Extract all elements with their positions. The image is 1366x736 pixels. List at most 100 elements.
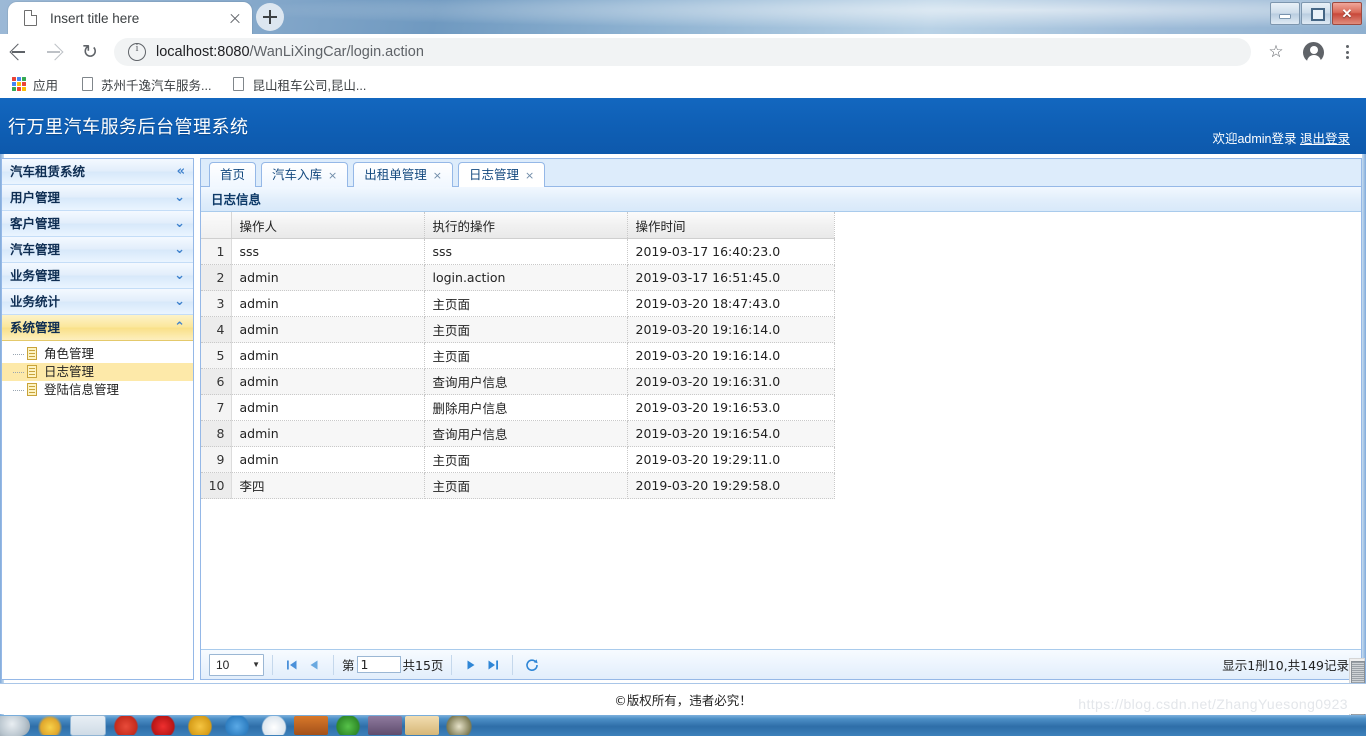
log-table: 操作人 执行的操作 操作时间 1 sss sss 2019-03-17 16:4… — [201, 212, 835, 499]
taskbar-icon-4[interactable] — [146, 716, 180, 735]
table-row[interactable]: 3 admin 主页面 2019-03-20 18:47:43.0 — [201, 290, 835, 317]
close-glyph: ✕ — [1341, 5, 1353, 21]
close-icon[interactable]: × — [525, 169, 534, 182]
cell-operator: admin — [231, 290, 425, 317]
tab-home[interactable]: 首页 — [209, 162, 257, 187]
cell-operator: admin — [231, 264, 425, 291]
divider — [512, 654, 514, 675]
sidebar-item-log-mgmt[interactable]: 日志管理 — [2, 363, 193, 381]
minimize-icon[interactable] — [1270, 2, 1300, 25]
sidebar-group-label: 业务统计 — [10, 293, 61, 309]
sidebar-group-business-mgmt[interactable]: 业务管理 ⌄ — [2, 263, 193, 289]
browser-tab[interactable]: Insert title here — [8, 2, 252, 34]
table-row[interactable]: 7 admin 删除用户信息 2019-03-20 19:16:53.0 — [201, 394, 835, 421]
new-tab-button[interactable] — [256, 3, 284, 31]
close-icon[interactable]: × — [328, 169, 337, 182]
bookmark-star-icon[interactable]: ☆ — [1259, 35, 1293, 69]
tab-log-mgmt[interactable]: 日志管理 × — [457, 162, 546, 187]
kebab-menu-icon[interactable] — [1334, 35, 1360, 69]
table-header-row: 操作人 执行的操作 操作时间 — [201, 212, 835, 239]
cell-operation: login.action — [424, 264, 628, 291]
sidebar-group-car-mgmt[interactable]: 汽车管理 ⌄ — [2, 237, 193, 263]
taskbar-icon-3[interactable] — [109, 716, 143, 735]
cell-index: 8 — [201, 420, 232, 447]
cell-operation: 主页面 — [424, 446, 628, 473]
sidebar-group-customer-mgmt[interactable]: 客户管理 ⌄ — [2, 211, 193, 237]
cell-index: 10 — [201, 472, 232, 499]
page-icon — [24, 9, 39, 27]
app-header: 行万里汽车服务后台管理系统 欢迎admin登录 退出登录 — [0, 98, 1366, 154]
cell-time: 2019-03-20 19:29:11.0 — [627, 446, 835, 473]
back-arrow-icon[interactable] — [0, 34, 36, 70]
web-page: 行万里汽车服务后台管理系统 欢迎admin登录 退出登录 汽车租赁系统 « 用户… — [0, 98, 1366, 715]
tab-rental-order-mgmt[interactable]: 出租单管理 × — [353, 162, 453, 187]
first-page-icon[interactable] — [281, 654, 303, 676]
chevron-double-down-icon: ⌄ — [174, 242, 185, 257]
taskbar-icon-10[interactable] — [368, 716, 402, 735]
taskbar-icon-11[interactable] — [405, 716, 439, 735]
sidebar-item-role-mgmt[interactable]: 角色管理 — [2, 345, 193, 363]
taskbar-icon-8[interactable] — [294, 716, 328, 735]
column-header-time: 操作时间 — [627, 212, 835, 239]
sidebar-group-car-rental[interactable]: 汽车租赁系统 « — [2, 159, 193, 185]
bookmark-label: 昆山租车公司,昆山... — [252, 78, 367, 93]
logout-link[interactable]: 退出登录 — [1300, 132, 1350, 146]
site-info-icon[interactable] — [128, 42, 146, 61]
table-row[interactable]: 5 admin 主页面 2019-03-20 19:16:14.0 — [201, 342, 835, 369]
content-panel: 首页 汽车入库 × 出租单管理 × 日志管理 × 日志信息 操作人 执行的操作 … — [200, 158, 1362, 680]
forward-arrow-icon[interactable] — [36, 34, 72, 70]
table-row[interactable]: 8 admin 查询用户信息 2019-03-20 19:16:54.0 — [201, 420, 835, 447]
refresh-icon[interactable] — [521, 654, 543, 676]
cell-operation: 查询用户信息 — [424, 420, 628, 447]
taskbar-icon-1[interactable] — [33, 716, 67, 735]
profile-avatar-icon[interactable] — [1303, 41, 1324, 64]
tab-car-inbound[interactable]: 汽车入库 × — [261, 162, 349, 187]
pagination-info: 显示1刐10,共149记录 — [1222, 658, 1349, 673]
bookmark-item-2[interactable]: 昆山租车公司,昆山... — [233, 75, 366, 94]
cell-operator: sss — [231, 238, 425, 265]
taskbar-icon-9[interactable] — [331, 716, 365, 735]
maximize-icon[interactable] — [1301, 2, 1331, 25]
sidebar-item-login-info-mgmt[interactable]: 登陆信息管理 — [2, 381, 193, 399]
cell-time: 2019-03-20 19:16:14.0 — [627, 316, 835, 343]
sidebar-group-user-mgmt[interactable]: 用户管理 ⌄ — [2, 185, 193, 211]
tab-label: 出租单管理 — [364, 167, 427, 182]
sidebar-group-system-mgmt[interactable]: 系统管理 ⌃ — [2, 315, 193, 341]
page-size-select[interactable]: 10 ▼ — [209, 653, 264, 676]
sidebar: 汽车租赁系统 « 用户管理 ⌄ 客户管理 ⌄ 汽车管理 ⌄ 业务管理 ⌄ 业务统… — [1, 158, 194, 680]
close-window-icon[interactable]: ✕ — [1332, 2, 1362, 25]
last-page-icon[interactable] — [482, 654, 504, 676]
taskbar-icon-6[interactable] — [220, 716, 254, 735]
cell-time: 2019-03-20 18:47:43.0 — [627, 290, 835, 317]
table-row[interactable]: 10 李四 主页面 2019-03-20 19:29:58.0 — [201, 472, 835, 499]
taskbar-icon-5[interactable] — [183, 716, 217, 735]
reload-icon[interactable]: ↻ — [72, 34, 108, 70]
bookmark-item-1[interactable]: 苏州千逸汽车服务... — [82, 75, 211, 94]
cell-operation: 主页面 — [424, 472, 628, 499]
page-label-prefix: 第 — [342, 658, 355, 673]
close-icon[interactable] — [224, 7, 246, 29]
table-row[interactable]: 4 admin 主页面 2019-03-20 19:16:14.0 — [201, 316, 835, 343]
divider — [272, 654, 273, 675]
sidebar-group-business-stats[interactable]: 业务统计 ⌄ — [2, 289, 193, 315]
taskbar-icon-7[interactable] — [257, 716, 291, 735]
page-number-input[interactable] — [356, 656, 401, 673]
cell-time: 2019-03-20 19:29:58.0 — [627, 472, 835, 499]
chevron-double-down-icon: ⌄ — [174, 294, 185, 309]
bookmark-apps[interactable]: 应用 — [12, 75, 58, 94]
table-row[interactable]: 9 admin 主页面 2019-03-20 19:29:11.0 — [201, 446, 835, 473]
os-taskbar — [0, 715, 1366, 736]
table-row[interactable]: 2 admin login.action 2019-03-17 16:51:45… — [201, 264, 835, 291]
table-row[interactable]: 1 sss sss 2019-03-17 16:40:23.0 — [201, 238, 835, 265]
cell-operation: 主页面 — [424, 342, 628, 369]
table-row[interactable]: 6 admin 查询用户信息 2019-03-20 19:16:31.0 — [201, 368, 835, 395]
cell-time: 2019-03-17 16:51:45.0 — [627, 264, 835, 291]
taskbar-icon-12[interactable] — [442, 716, 476, 735]
close-icon[interactable]: × — [433, 169, 442, 182]
taskbar-icon-2[interactable] — [70, 715, 106, 736]
url-text: localhost:8080/WanLiXingCar/login.action — [156, 44, 1247, 60]
prev-page-icon[interactable] — [303, 654, 325, 676]
address-bar[interactable]: localhost:8080/WanLiXingCar/login.action — [114, 38, 1251, 66]
next-page-icon[interactable] — [460, 654, 482, 676]
start-button[interactable] — [0, 715, 30, 736]
